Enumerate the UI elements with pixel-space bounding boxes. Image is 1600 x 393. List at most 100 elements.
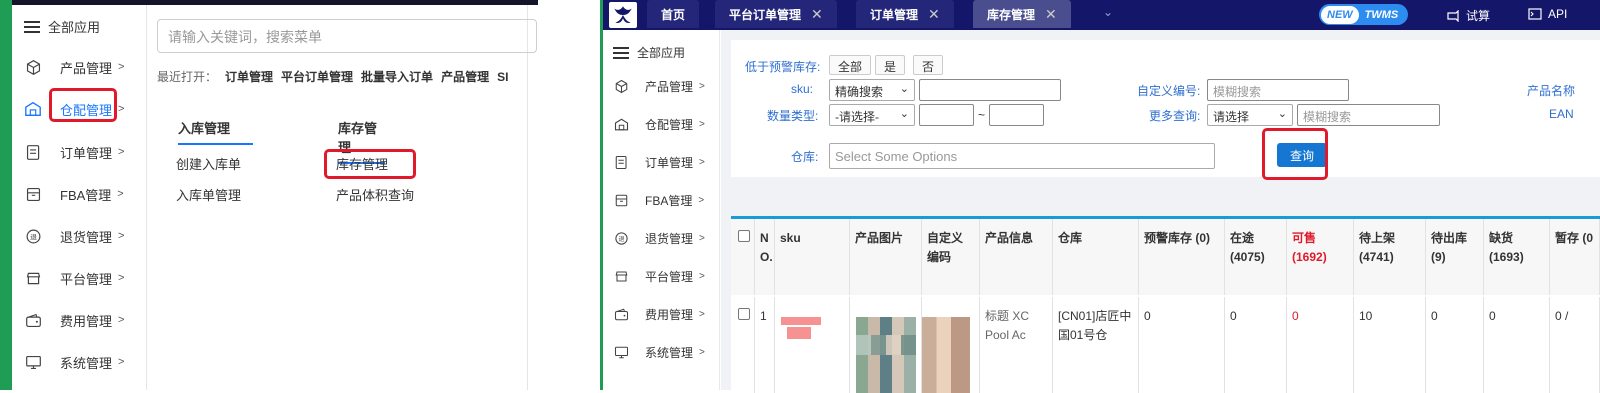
blurred-sku — [787, 327, 811, 339]
app-logo[interactable] — [609, 2, 637, 28]
trial-calc-link[interactable]: 试算 — [1446, 7, 1490, 24]
highlight-box — [49, 88, 117, 122]
tab-inventory[interactable]: 库存管理 ✕ — [973, 0, 1071, 28]
close-icon[interactable]: ✕ — [1045, 6, 1057, 23]
monitor-icon — [24, 353, 42, 371]
tab-home[interactable]: 首页 — [647, 0, 699, 28]
sidebar-item-label: 退货管理 — [60, 229, 113, 245]
sidebar-item-platform[interactable]: 平台管理 > — [613, 266, 718, 286]
sidebar-item-system[interactable]: 系统管理 > — [24, 350, 144, 374]
terminal-icon — [1528, 8, 1542, 20]
sku-mode-value: 精确搜索 — [835, 85, 884, 99]
close-icon[interactable]: ✕ — [928, 6, 940, 23]
recent-label: 最近打开： — [157, 70, 218, 84]
product-thumbnail[interactable] — [856, 317, 916, 393]
sidebar-item-label: 订单管理 — [60, 145, 113, 161]
product-name-label: 产品名称 — [1527, 84, 1576, 98]
more-query-select[interactable]: 请选择 ⌄ — [1207, 104, 1293, 126]
trial-label: 试算 — [1466, 9, 1491, 23]
chevron-right-icon: > — [699, 346, 705, 358]
blurred-sku — [781, 317, 821, 325]
all-apps-header[interactable]: 全部应用 — [24, 17, 100, 36]
select-all-checkbox[interactable] — [738, 230, 750, 242]
warehouse-label: 仓库: — [791, 150, 819, 164]
all-apps-label: 全部应用 — [48, 20, 101, 35]
all-apps-header[interactable]: 全部应用 — [613, 44, 685, 61]
more-query-input[interactable]: 模糊搜索 — [1297, 104, 1440, 126]
tab-orders[interactable]: 订单管理 ✕ — [856, 0, 954, 28]
new-twms-badge[interactable]: NEW TWMS — [1319, 4, 1409, 25]
sidebar-item-fee[interactable]: 费用管理 > — [24, 308, 144, 332]
low-stock-yes[interactable]: 是 — [875, 55, 906, 75]
sidebar-item-label: 仓配管理 — [645, 117, 694, 132]
chevron-down-icon: ⌄ — [899, 83, 909, 95]
chevron-down-icon: ⌄ — [899, 108, 909, 120]
sidebar-item-product[interactable]: 产品管理 > — [613, 76, 718, 96]
low-stock-all[interactable]: 全部 — [829, 55, 872, 75]
cell-shortage: 0 — [1484, 297, 1550, 393]
product-volume-link[interactable]: 产品体积查询 — [336, 185, 414, 204]
sidebar-item-label: 产品管理 — [60, 60, 113, 76]
inbound-manage-link[interactable]: 入库单管理 — [176, 185, 241, 204]
sidebar-item-order[interactable]: 订单管理 > — [613, 152, 718, 172]
sidebar-item-platform[interactable]: 平台管理 > — [24, 266, 144, 290]
tab-label: 首页 — [661, 7, 686, 22]
menu-search-input[interactable]: 请输入关键词，搜索菜单 — [157, 19, 537, 53]
qty-max-input[interactable] — [989, 104, 1044, 126]
qty-min-input[interactable] — [919, 104, 974, 126]
chevron-right-icon: > — [117, 188, 124, 200]
recent-opened: 最近打开： 订单管理 平台订单管理 批量导入订单 产品管理 SI — [157, 68, 508, 85]
sidebar-item-fba[interactable]: FBA管理 > — [24, 182, 144, 206]
cell-sellable: 0 — [1287, 297, 1354, 393]
chevron-right-icon: > — [699, 308, 705, 320]
close-icon[interactable]: ✕ — [811, 6, 823, 23]
qty-type-select[interactable]: -请选择- ⌄ — [829, 104, 915, 126]
sidebar-item-label: 费用管理 — [60, 313, 113, 329]
sidebar-item-product[interactable]: 产品管理 > — [24, 55, 144, 79]
header-no: N O. — [755, 219, 775, 295]
sidebar-item-system[interactable]: 系统管理 > — [613, 342, 718, 362]
filter-panel: 低于预警库存: 全部 是 否 sku: 精确搜索 ⌄ 数量类型: -请选择- ⌄ ~… — [731, 40, 1600, 180]
low-stock-label: 低于预警库存: — [745, 60, 821, 74]
wallet-icon — [24, 311, 42, 329]
api-link[interactable]: API — [1528, 7, 1567, 21]
custom-code-input[interactable]: 模糊搜索 — [1207, 79, 1349, 101]
trial-icon — [1447, 9, 1459, 22]
recent-link[interactable]: 平台订单管理 — [281, 70, 353, 84]
chevron-right-icon: > — [699, 80, 705, 92]
menu-icon — [613, 46, 629, 59]
sidebar-item-warehouse[interactable]: 仓配管理 > — [613, 114, 718, 134]
sidebar-item-label: 费用管理 — [645, 307, 694, 322]
sku-input[interactable] — [919, 79, 1061, 101]
create-inbound-link[interactable]: 创建入库单 — [176, 154, 241, 173]
sku-mode-select[interactable]: 精确搜索 ⌄ — [829, 79, 915, 101]
product-thumbnail-pixels — [856, 335, 916, 355]
row-checkbox[interactable] — [738, 308, 750, 320]
recent-link[interactable]: SI — [497, 70, 508, 84]
warehouse-multiselect[interactable]: Select Some Options — [829, 143, 1215, 169]
blurred-image — [922, 317, 970, 393]
low-stock-no[interactable]: 否 — [913, 55, 944, 75]
sidebar-item-return[interactable]: 退 退货管理 > — [613, 228, 718, 248]
tab-label: 平台订单管理 — [729, 7, 802, 22]
cell-product-info: 标题 XC Pool Ac — [980, 297, 1053, 393]
recent-link[interactable]: 产品管理 — [441, 70, 489, 84]
sidebar-item-fba[interactable]: FBA管理 > — [613, 190, 718, 210]
svg-text:退: 退 — [618, 235, 624, 243]
sidebar-item-label: FBA管理 — [645, 193, 693, 208]
recent-link[interactable]: 订单管理 — [225, 70, 273, 84]
inventory-main: 低于预警库存: 全部 是 否 sku: 精确搜索 ⌄ 数量类型: -请选择- ⌄ ~… — [721, 30, 1600, 393]
header-shortage: 缺货 (1693) — [1484, 219, 1550, 295]
chevron-down-icon[interactable]: ⌄ — [1103, 5, 1113, 19]
left-sidebar: 全部应用 产品管理 > 仓配管理 > 订单管理 > FBA管理 > 退 退货管理 > 平台… — [12, 5, 147, 390]
sidebar-item-return[interactable]: 退 退货管理 > — [24, 224, 144, 248]
recent-link[interactable]: 批量导入订单 — [361, 70, 433, 84]
sidebar-item-fee[interactable]: 费用管理 > — [613, 304, 718, 324]
custom-code-label: 自定义编号: — [1137, 84, 1201, 98]
twms-label: TWMS — [1364, 8, 1399, 21]
sidebar-item-order[interactable]: 订单管理 > — [24, 140, 144, 164]
api-label: API — [1548, 7, 1568, 21]
chevron-right-icon: > — [699, 156, 705, 168]
tab-platform-orders[interactable]: 平台订单管理 ✕ — [715, 0, 837, 28]
top-nav-bar: 首页 平台订单管理 ✕ 订单管理 ✕ 库存管理 ✕ ⌄ NEW TWMS 试算 API — [603, 0, 1600, 30]
